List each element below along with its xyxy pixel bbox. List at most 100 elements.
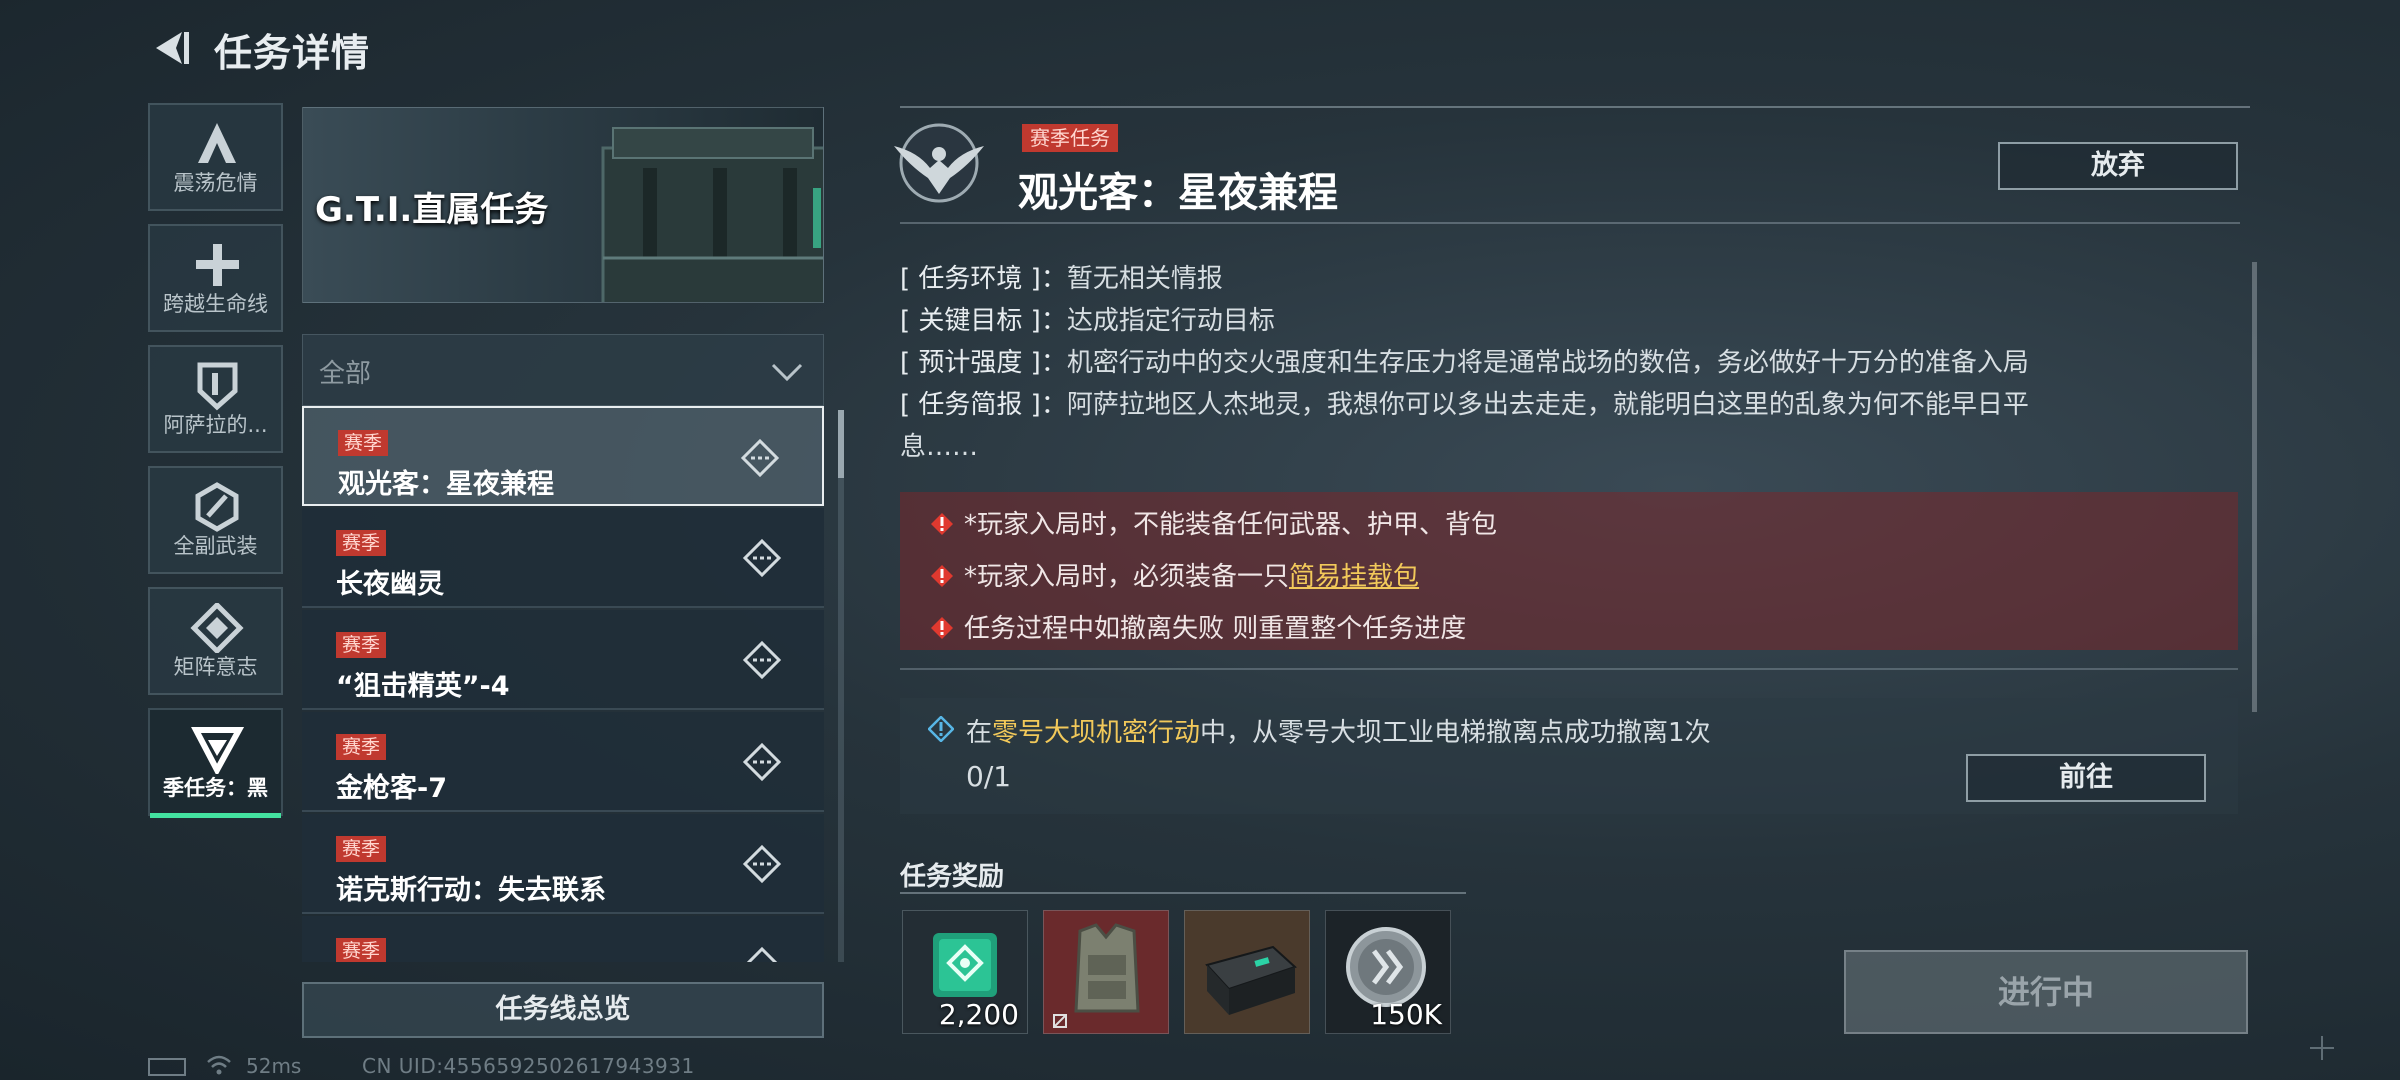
questline-banner: G.T.I.直属任务 bbox=[302, 107, 824, 303]
info-row-briefing: [ 任务简报 ]：阿萨拉地区人杰地灵，我想你可以多出去走走，就能明白这里的乱象为… bbox=[900, 384, 2029, 421]
list-scrollbar-track[interactable] bbox=[838, 410, 844, 962]
mission-name: 长夜幽灵 bbox=[336, 569, 444, 600]
season-tag: 赛季 bbox=[336, 836, 387, 862]
mission-name: 观光客：星夜兼程 bbox=[338, 469, 554, 500]
info-key: [ 预计强度 ]： bbox=[900, 348, 1067, 378]
wifi-icon bbox=[207, 1055, 231, 1075]
reward-item[interactable] bbox=[1184, 910, 1310, 1034]
mission-item[interactable]: 赛季 “狙击精英”-4 bbox=[302, 610, 824, 710]
info-key: [ 关键目标 ]： bbox=[900, 306, 1067, 336]
mission-diamond-icon bbox=[742, 742, 782, 782]
mission-name: 金枪客-7 bbox=[336, 773, 447, 804]
shield-icon bbox=[197, 362, 238, 411]
category-label: 矩阵意志 bbox=[173, 655, 258, 679]
objective-progress: 0/1 bbox=[966, 760, 1012, 793]
objective-prefix: 在 bbox=[966, 718, 993, 748]
warning-text: 任务过程中如撤离失败 则重置整个任务进度 bbox=[964, 614, 1467, 644]
reward-item[interactable] bbox=[1043, 910, 1169, 1034]
info-row-intensity: [ 预计强度 ]：机密行动中的交火强度和生存压力将是通常战场的数倍，务必做好十万… bbox=[900, 342, 2029, 379]
category-tab-asara[interactable]: 阿萨拉的... bbox=[148, 345, 283, 453]
info-value: 阿萨拉地区人杰地灵，我想你可以多出去走走，就能明白这里的乱象为何不能早日平 bbox=[1066, 390, 2029, 420]
category-label: 全副武装 bbox=[173, 534, 258, 558]
objective-panel: 在零号大坝机密行动中，从零号大坝工业电梯撤离点成功撤离1次 0/1 前往 bbox=[900, 698, 2238, 814]
category-tab-lifeline[interactable]: 跨越生命线 bbox=[148, 224, 283, 332]
uid-text: CN UID:4556592502617943931 bbox=[362, 1054, 695, 1078]
mission-item[interactable]: 赛季 bbox=[302, 916, 824, 962]
category-label: 季任务：黑 bbox=[163, 776, 268, 800]
warning-row: 任务过程中如撤离失败 则重置整个任务进度 bbox=[930, 608, 1466, 645]
category-tab-season[interactable]: 季任务：黑 bbox=[148, 708, 283, 818]
item-link[interactable]: 简易挂载包 bbox=[1289, 562, 1419, 592]
objective-map: 零号大坝机密行动 bbox=[992, 718, 1201, 748]
season-tag: 赛季 bbox=[336, 938, 387, 962]
back-arrow-icon[interactable] bbox=[148, 26, 192, 70]
warning-row: *玩家入局时，不能装备任何武器、护甲、背包 bbox=[930, 504, 1497, 541]
chevron-down-icon bbox=[771, 363, 803, 382]
mission-name: 诺克斯行动：失去联系 bbox=[336, 875, 606, 906]
mission-diamond-icon bbox=[746, 946, 778, 962]
black-case-icon bbox=[1205, 945, 1297, 1015]
warning-text: *玩家入局时，必须装备一只 bbox=[964, 562, 1290, 592]
restrictions-box: *玩家入局时，不能装备任何武器、护甲、背包 *玩家入局时，必须装备一只简易挂载包… bbox=[900, 492, 2238, 650]
crosshair-icon bbox=[2310, 1036, 2334, 1060]
warning-icon bbox=[931, 513, 953, 535]
banner-title: G.T.I.直属任务 bbox=[315, 190, 549, 230]
questline-overview-button[interactable]: 任务线总览 bbox=[302, 982, 824, 1038]
mission-item[interactable]: 赛季 观光客：星夜兼程 bbox=[302, 406, 824, 506]
category-tab-armed[interactable]: 全副武装 bbox=[148, 466, 283, 574]
goto-button[interactable]: 前往 bbox=[1966, 754, 2206, 802]
season-tag: 赛季 bbox=[336, 734, 387, 760]
ping-text: 52ms bbox=[246, 1054, 302, 1078]
detail-scrollbar[interactable] bbox=[2252, 262, 2257, 712]
reward-item[interactable]: 2,200 bbox=[902, 910, 1028, 1034]
category-tab-matrix[interactable]: 矩阵意志 bbox=[148, 587, 283, 695]
warning-icon bbox=[931, 565, 953, 587]
mission-diamond-icon bbox=[742, 538, 782, 578]
battery-icon bbox=[148, 1058, 186, 1076]
warning-text: *玩家入局时，不能装备任何武器、护甲、背包 bbox=[964, 510, 1498, 540]
inverted-triangle-icon bbox=[191, 727, 245, 774]
in-progress-button[interactable]: 进行中 bbox=[1844, 950, 2248, 1034]
divider bbox=[900, 892, 1466, 894]
list-scrollbar-thumb[interactable] bbox=[838, 410, 844, 478]
mission-name: “狙击精英”-4 bbox=[336, 671, 510, 702]
divider bbox=[900, 668, 2238, 670]
crate-image bbox=[601, 127, 823, 302]
reward-count: 150K bbox=[1370, 998, 1442, 1031]
diamond-icon bbox=[190, 603, 244, 653]
armor-vest-icon bbox=[1053, 923, 1140, 1028]
mission-item[interactable]: 赛季 金枪客-7 bbox=[302, 712, 824, 812]
info-value: 暂无相关情报 bbox=[1066, 264, 1223, 294]
mission-diamond-icon bbox=[742, 844, 782, 884]
info-diamond-icon bbox=[928, 716, 954, 742]
rewards-title: 任务奖励 bbox=[900, 862, 1005, 892]
season-tag: 赛季 bbox=[338, 430, 389, 456]
info-key: [ 任务简报 ]： bbox=[900, 390, 1067, 420]
mission-item[interactable]: 赛季 诺克斯行动：失去联系 bbox=[302, 814, 824, 914]
filter-dropdown[interactable]: 全部 bbox=[302, 334, 824, 406]
mission-item[interactable]: 赛季 长夜幽灵 bbox=[302, 508, 824, 608]
mission-title: 观光客：星夜兼程 bbox=[1018, 170, 1338, 216]
info-row-environment: [ 任务环境 ]：暂无相关情报 bbox=[900, 258, 1223, 295]
info-key: [ 任务环境 ]： bbox=[900, 264, 1067, 294]
mission-diamond-icon bbox=[742, 640, 782, 680]
eagle-emblem-icon bbox=[894, 123, 984, 203]
filter-selected: 全部 bbox=[319, 359, 372, 389]
page-title: 任务详情 bbox=[214, 31, 371, 75]
category-tab-shock[interactable]: 震荡危情 bbox=[148, 103, 283, 211]
category-label: 阿萨拉的... bbox=[163, 413, 268, 437]
divider bbox=[900, 106, 2250, 108]
hexagon-slash-icon bbox=[195, 482, 239, 532]
mission-list: 赛季 观光客：星夜兼程 赛季 长夜幽灵 赛季 “狙击精英”-4 赛季 金枪客-7… bbox=[302, 406, 824, 962]
reward-item[interactable]: 150K bbox=[1325, 910, 1451, 1034]
abandon-button[interactable]: 放弃 bbox=[1998, 142, 2238, 190]
info-row-briefing-cont: 息…… bbox=[900, 426, 978, 463]
objective-text: 在零号大坝机密行动中，从零号大坝工业电梯撤离点成功撤离1次 bbox=[966, 712, 1711, 749]
objective-suffix: 中，从零号大坝工业电梯撤离点成功撤离1次 bbox=[1200, 718, 1711, 748]
warning-icon bbox=[931, 617, 953, 639]
info-value: 息…… bbox=[900, 432, 979, 462]
category-label: 震荡危情 bbox=[173, 171, 258, 195]
warning-row: *玩家入局时，必须装备一只简易挂载包 bbox=[930, 556, 1419, 593]
divider bbox=[900, 222, 2240, 224]
reward-count: 2,200 bbox=[938, 998, 1019, 1031]
